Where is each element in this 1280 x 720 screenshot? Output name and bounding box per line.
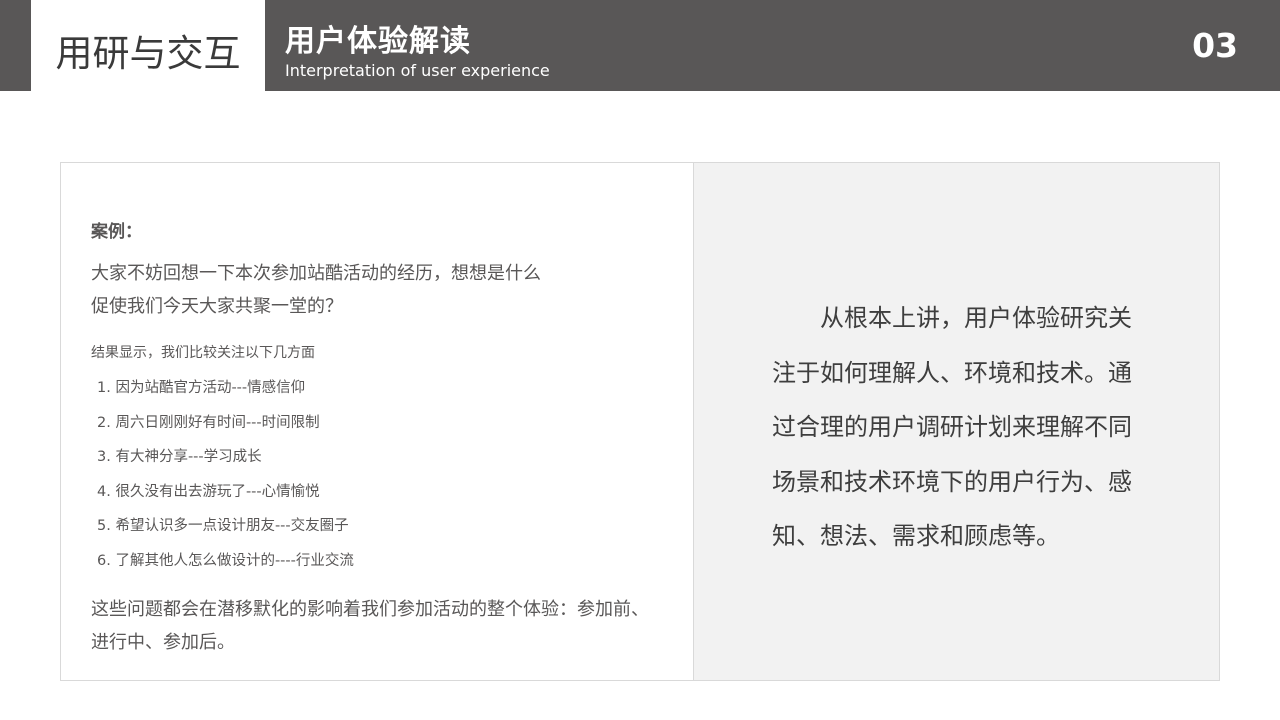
brand-title: 用研与交互 [55,31,241,75]
slide-page: 用研与交互 用户体验解读 Interpretation of user expe… [0,0,1280,720]
result-intro: 结果显示，我们比较关注以下几方面 [91,345,315,361]
content-card: 案例： 大家不妨回想一下本次参加站酷活动的经历，想想是什么 促使我们今天大家共聚… [60,162,1220,681]
case-panel: 案例： 大家不妨回想一下本次参加站酷活动的经历，想想是什么 促使我们今天大家共聚… [61,163,693,680]
case-question-line: 大家不妨回想一下本次参加站酷活动的经历，想想是什么 [91,263,541,284]
result-list: 1. 因为站酷官方活动---情感信仰 2. 周六日刚刚好有时间---时间限制 3… [97,371,354,579]
case-question: 大家不妨回想一下本次参加站酷活动的经历，想想是什么 促使我们今天大家共聚一堂的？ [91,257,591,323]
section-subtitle: Interpretation of user experience [285,61,550,80]
summary-panel: 从根本上讲，用户体验研究关注于如何理解人、环境和技术。通过合理的用户调研计划来理… [693,163,1219,680]
header-bar: 用研与交互 用户体验解读 Interpretation of user expe… [0,0,1280,91]
result-item: 1. 因为站酷官方活动---情感信仰 [97,380,306,396]
summary-text: 从根本上讲，用户体验研究关注于如何理解人、环境和技术。通过合理的用户调研计划来理… [772,304,1132,550]
case-question-line: 促使我们今天大家共聚一堂的？ [91,296,343,317]
page-number: 03 [1192,26,1238,65]
result-item: 6. 了解其他人怎么做设计的----行业交流 [97,552,354,569]
case-conclusion: 这些问题都会在潜移默化的影响着我们参加活动的整个体验：参加前、进行中、参加后。 [91,599,649,653]
result-item: 4. 很久没有出去游玩了---心情愉悦 [97,483,320,500]
result-item: 2. 周六日刚刚好有时间---时间限制 [97,414,320,431]
result-item: 5. 希望认识多一点设计朋友---交友圈子 [97,518,349,535]
brand-box: 用研与交互 [31,0,265,91]
section-title: 用户体验解读 [285,24,471,59]
case-label: 案例： [91,222,142,242]
result-item: 3. 有大神分享---学习成长 [97,449,262,466]
